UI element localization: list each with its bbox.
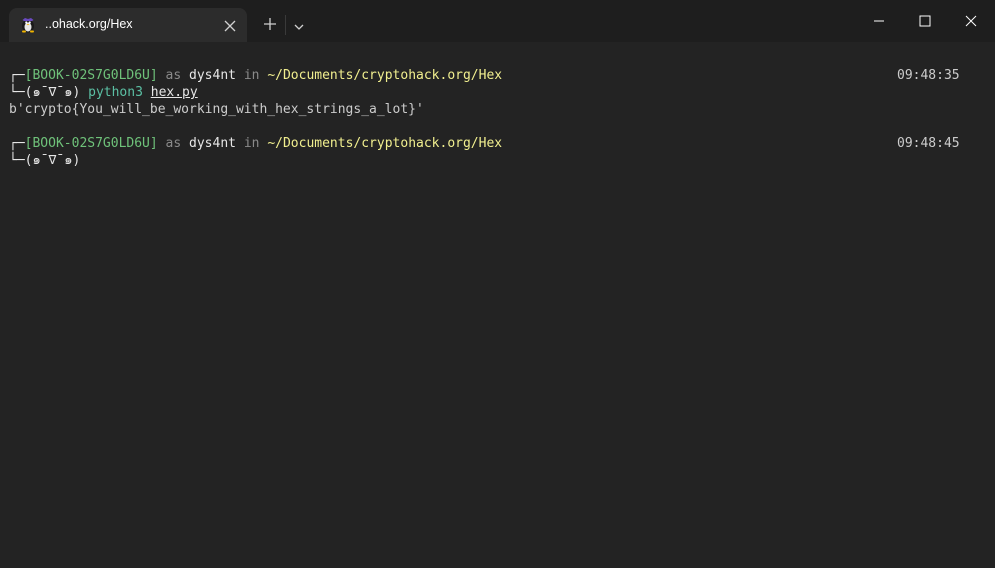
prompt-corner: ┌─ <box>9 136 25 151</box>
prompt-time: 09:48:35 <box>897 68 960 83</box>
prompt-host: [BOOK-02S7G0LD6U] <box>24 68 158 83</box>
linux-penguin-icon <box>20 17 36 33</box>
prompt-corner: ┌─ <box>9 68 25 83</box>
command-arg: hex.py <box>150 85 198 100</box>
close-window-button[interactable] <box>948 0 994 42</box>
terminal-window: ..ohack.org/Hex ┌─[BOOK-02S7G0LD6U] as d… <box>0 0 995 568</box>
title-bar: ..ohack.org/Hex <box>0 0 995 42</box>
plus-icon[interactable] <box>262 16 278 32</box>
prompt-user: dys4nt <box>189 68 236 83</box>
prompt-line: ┌─[BOOK-02S7G0LD6U] as dys4nt in ~/Docum… <box>9 135 502 152</box>
prompt-corner: └─ <box>9 153 25 168</box>
tab-title: ..ohack.org/Hex <box>45 17 133 31</box>
chevron-down-icon[interactable] <box>293 18 305 30</box>
prompt-path: ~/Documents/cryptohack.org/Hex <box>267 136 503 151</box>
close-icon[interactable] <box>223 18 237 32</box>
prompt-path: ~/Documents/cryptohack.org/Hex <box>267 68 503 83</box>
maximize-button[interactable] <box>902 0 948 42</box>
prompt-user: dys4nt <box>189 136 236 151</box>
command-line: └─(๑¯∇¯๑) python3 hex.py <box>9 84 198 101</box>
command-name: python3 <box>88 85 143 100</box>
prompt-as: as <box>165 136 182 151</box>
tab-separator <box>285 15 286 35</box>
minimize-button[interactable] <box>856 0 902 42</box>
close-icon <box>965 15 977 27</box>
prompt-in: in <box>243 68 260 83</box>
prompt-host: [BOOK-02S7G0LD6U] <box>24 136 158 151</box>
tab-active[interactable]: ..ohack.org/Hex <box>9 8 247 42</box>
prompt-time: 09:48:45 <box>897 136 960 151</box>
command-output: b'crypto{You_will_be_working_with_hex_st… <box>9 102 424 117</box>
maximize-icon <box>919 15 931 27</box>
prompt-as: as <box>165 68 182 83</box>
prompt-in: in <box>243 136 260 151</box>
prompt-corner: └─ <box>9 85 25 100</box>
minimize-icon <box>874 20 884 22</box>
terminal-output[interactable]: ┌─[BOOK-02S7G0LD6U] as dys4nt in ~/Docum… <box>0 42 995 568</box>
prompt-line: ┌─[BOOK-02S7G0LD6U] as dys4nt in ~/Docum… <box>9 67 502 84</box>
prompt-face: (๑¯∇¯๑) <box>24 85 81 100</box>
command-line: └─(๑¯∇¯๑) <box>9 152 80 169</box>
prompt-face: (๑¯∇¯๑) <box>24 153 81 168</box>
